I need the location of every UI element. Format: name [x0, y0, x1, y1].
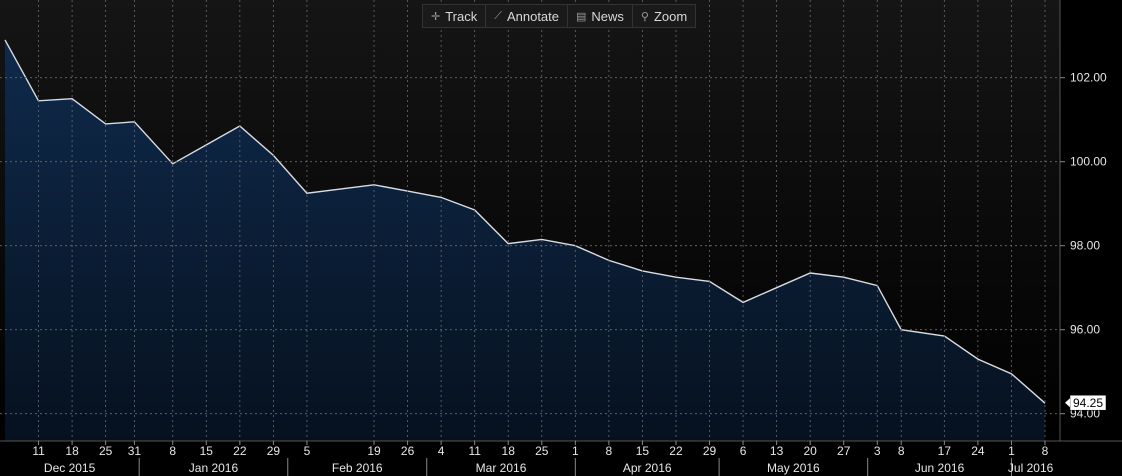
last-value-label: 94.25 — [1073, 396, 1103, 410]
month-label: Apr 2016 — [623, 461, 672, 475]
news-button[interactable]: ▤ News — [568, 5, 633, 27]
x-tick-label: 29 — [703, 444, 717, 458]
x-tick-label: 1 — [572, 444, 579, 458]
annotate-label: Annotate — [506, 8, 559, 24]
last-value-pointer — [1065, 398, 1070, 408]
x-tick-label: 22 — [669, 444, 683, 458]
y-tick-label: 98.00 — [1070, 239, 1100, 253]
zoom-button[interactable]: ⚲ Zoom — [633, 5, 695, 27]
price-chart: 94.0096.0098.00100.00102.00 11 18 25 31 8 15 2… — [0, 0, 1122, 476]
x-tick-label: 8 — [169, 444, 176, 458]
track-button[interactable]: ✛ Track — [423, 5, 487, 27]
x-tick-label: 22 — [233, 444, 247, 458]
x-tick-label: 6 — [740, 444, 747, 458]
month-axis: Dec 2015 Jan 2016 Feb 2016 Mar 2016 Apr 2016… — [44, 458, 1054, 476]
month-label: Feb 2016 — [332, 461, 383, 475]
x-tick-label: 29 — [267, 444, 281, 458]
zoom-label: Zoom — [653, 8, 688, 24]
pencil-icon: ⟋ — [494, 9, 502, 22]
x-axis: 11 18 25 31 8 15 22 29 5 19 26 4 11 18 25 1 8 15 22 29 6 13 20… — [32, 441, 1049, 458]
x-tick-label: 8 — [606, 444, 613, 458]
x-tick-label: 8 — [898, 444, 905, 458]
x-tick-label: 26 — [401, 444, 415, 458]
x-tick-label: 18 — [65, 444, 79, 458]
month-label: Jan 2016 — [189, 461, 239, 475]
x-tick-label: 19 — [367, 444, 381, 458]
chart-toolbar: ✛ Track ⟋ Annotate ▤ News ⚲ Zoom — [422, 4, 697, 28]
track-label: Track — [445, 8, 478, 24]
x-tick-label: 3 — [874, 444, 881, 458]
x-tick-label: 13 — [770, 444, 784, 458]
x-tick-label: 11 — [468, 444, 481, 458]
y-axis: 94.0096.0098.00100.00102.00 — [1060, 71, 1107, 421]
x-tick-label: 27 — [837, 444, 851, 458]
crosshair-icon: ✛ — [431, 10, 441, 23]
y-tick-label: 96.00 — [1070, 323, 1100, 337]
news-icon: ▤ — [576, 10, 587, 23]
month-label: Mar 2016 — [476, 461, 527, 475]
x-tick-label: 4 — [438, 444, 445, 458]
news-label: News — [591, 8, 624, 24]
x-tick-label: 8 — [1042, 444, 1049, 458]
month-label: Dec 2015 — [44, 461, 96, 475]
x-tick-label: 31 — [128, 444, 142, 458]
last-value-badge: 94.25 — [1065, 394, 1107, 411]
x-tick-label: 18 — [502, 444, 516, 458]
annotate-button[interactable]: ⟋ Annotate — [486, 5, 568, 27]
x-tick-label: 20 — [803, 444, 817, 458]
month-label: Jun 2016 — [915, 461, 965, 475]
month-label: Jul 2016 — [1008, 461, 1054, 475]
magnifier-icon: ⚲ — [640, 10, 649, 23]
y-tick-label: 102.00 — [1070, 71, 1107, 85]
x-tick-label: 17 — [938, 444, 952, 458]
x-tick-label: 5 — [304, 444, 311, 458]
x-tick-label: 15 — [200, 444, 214, 458]
x-tick-label: 15 — [636, 444, 650, 458]
y-tick-label: 100.00 — [1070, 155, 1107, 169]
x-tick-label: 24 — [971, 444, 985, 458]
x-tick-label: 25 — [99, 444, 113, 458]
x-tick-label: 1 — [1008, 444, 1015, 458]
month-label: May 2016 — [767, 461, 820, 475]
x-tick-label: 25 — [535, 444, 549, 458]
x-tick-label: 11 — [32, 444, 45, 458]
